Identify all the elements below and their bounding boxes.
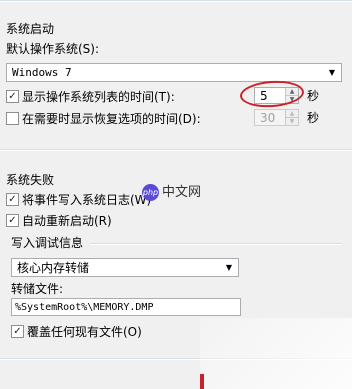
dump-file-value[interactable]: %SystemRoot%\MEMORY.DMP (15, 301, 153, 315)
debug-header-line (90, 243, 342, 245)
show-list-checkbox[interactable]: ✓ (6, 90, 19, 103)
spinner-buttons-disabled: ▲ ▼ (285, 110, 298, 125)
write-event-checkbox[interactable]: ✓ (6, 193, 19, 206)
default-os-dropdown[interactable]: Windows 7 ▼ (6, 63, 342, 82)
chevron-down-icon[interactable]: ▼ (326, 67, 338, 79)
default-os-value: Windows 7 (12, 66, 72, 79)
highlight-annotation (239, 78, 305, 110)
show-list-unit: 秒 (307, 89, 320, 103)
dump-file-input[interactable]: %SystemRoot%\MEMORY.DMP (11, 298, 241, 316)
auto-restart-label: 自动重新启动(R) (22, 214, 112, 228)
show-recovery-value: 30 (260, 111, 276, 125)
annotation-mark (200, 374, 204, 389)
image-fade-overlay (200, 318, 352, 389)
show-recovery-checkbox[interactable] (6, 112, 19, 125)
overwrite-label: 覆盖任何现有文件(O) (27, 325, 142, 339)
show-recovery-spinner: 30 ▲ ▼ (254, 109, 299, 126)
group-divider (0, 149, 352, 151)
chevron-down-icon[interactable]: ▼ (223, 262, 235, 274)
top-divider (0, 0, 352, 2)
spin-down-icon: ▼ (289, 117, 295, 125)
watermark-text: 中文网 (162, 185, 202, 200)
show-recovery-label: 在需要时显示恢复选项的时间(D): (22, 112, 201, 126)
dump-type-dropdown[interactable]: 核心内存转储 ▼ (11, 258, 239, 277)
default-os-label: 默认操作系统(S): (6, 42, 100, 56)
dump-type-value: 核心内存转储 (17, 261, 90, 275)
spin-up-icon: ▲ (286, 110, 298, 118)
startup-group-title: 系统启动 (6, 22, 55, 36)
overwrite-checkbox[interactable]: ✓ (11, 325, 24, 338)
auto-restart-checkbox[interactable]: ✓ (6, 214, 19, 227)
failure-group-title: 系统失败 (6, 173, 55, 187)
write-event-label: 将事件写入系统日志(W) (22, 193, 152, 207)
dump-file-label: 转储文件: (11, 282, 64, 296)
show-list-label: 显示操作系统列表的时间(T): (22, 90, 175, 104)
watermark-logo: php (142, 184, 159, 201)
show-recovery-unit: 秒 (307, 111, 320, 125)
debug-group-title: 写入调试信息 (11, 236, 84, 250)
